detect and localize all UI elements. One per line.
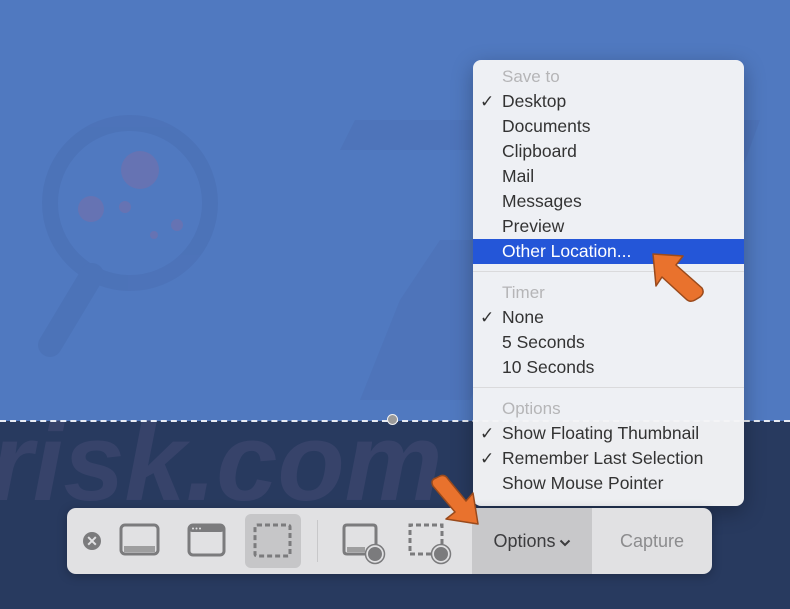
capture-label: Capture xyxy=(619,531,685,551)
selection-resize-handle[interactable] xyxy=(387,414,398,425)
menu-item-preview[interactable]: Preview xyxy=(473,214,744,239)
capture-selected-portion-button[interactable] xyxy=(245,514,301,568)
screen-record-icon xyxy=(342,523,386,565)
capture-entire-screen-button[interactable] xyxy=(111,514,167,568)
menu-item-label: Desktop xyxy=(502,91,567,111)
options-menu: Save to ✓ Desktop Documents Clipboard Mail Mes… xyxy=(473,60,744,506)
menu-item-show-floating-thumbnail[interactable]: ✓ Show Floating Thumbnail xyxy=(473,421,744,446)
capture-button[interactable]: Capture xyxy=(592,508,712,574)
menu-item-documents[interactable]: Documents xyxy=(473,114,744,139)
menu-item-label: Documents xyxy=(502,116,591,136)
menu-item-label: 10 Seconds xyxy=(502,357,595,377)
menu-item-remember-last-selection[interactable]: ✓ Remember Last Selection xyxy=(473,446,744,471)
menu-section-header: Save to xyxy=(502,67,560,86)
close-toolbar-button[interactable]: ✕ xyxy=(83,532,101,550)
chevron-down-icon xyxy=(559,539,570,547)
menu-item-label: Clipboard xyxy=(502,141,577,161)
options-button[interactable]: Options xyxy=(472,508,592,574)
menu-item-other-location[interactable]: Other Location... xyxy=(473,239,744,264)
screen-icon xyxy=(119,523,160,556)
record-entire-screen-button[interactable] xyxy=(335,514,391,568)
menu-item-label: None xyxy=(502,307,544,327)
checkmark-icon: ✓ xyxy=(480,308,495,327)
menu-item-none[interactable]: ✓ None xyxy=(473,305,744,330)
menu-item-show-mouse-pointer[interactable]: Show Mouse Pointer xyxy=(473,471,744,496)
menu-item-5-seconds[interactable]: 5 Seconds xyxy=(473,330,744,355)
checkmark-icon: ✓ xyxy=(480,449,495,468)
close-icon: ✕ xyxy=(86,533,98,549)
menu-item-label: Show Floating Thumbnail xyxy=(502,423,700,443)
menu-item-messages[interactable]: Messages xyxy=(473,189,744,214)
menu-item-label: 5 Seconds xyxy=(502,332,585,352)
screenshot-toolbar: ✕ Options Capture xyxy=(67,508,712,574)
menu-item-10-seconds[interactable]: 10 Seconds xyxy=(473,355,744,380)
menu-item-label: Other Location... xyxy=(502,241,632,261)
menu-item-desktop[interactable]: ✓ Desktop xyxy=(473,89,744,114)
record-selected-portion-button[interactable] xyxy=(401,514,457,568)
checkmark-icon: ✓ xyxy=(480,424,495,443)
menu-item-label: Mail xyxy=(502,166,535,186)
menu-section-header: Options xyxy=(502,399,561,418)
menu-item-label: Preview xyxy=(502,216,565,236)
menu-item-label: Show Mouse Pointer xyxy=(502,473,664,493)
options-label: Options xyxy=(493,531,556,551)
checkmark-icon: ✓ xyxy=(480,92,495,111)
capture-selected-window-button[interactable] xyxy=(179,514,235,568)
menu-section-header: Timer xyxy=(502,283,545,302)
window-icon xyxy=(187,523,226,557)
menu-item-mail[interactable]: Mail xyxy=(473,164,744,189)
selection-icon xyxy=(253,523,292,558)
menu-item-clipboard[interactable]: Clipboard xyxy=(473,139,744,164)
selection-record-icon xyxy=(408,523,452,565)
menu-separator xyxy=(473,387,744,388)
menu-item-label: Remember Last Selection xyxy=(502,448,704,468)
menu-item-label: Messages xyxy=(502,191,582,211)
menu-separator xyxy=(473,271,744,272)
toolbar-divider xyxy=(317,520,318,562)
